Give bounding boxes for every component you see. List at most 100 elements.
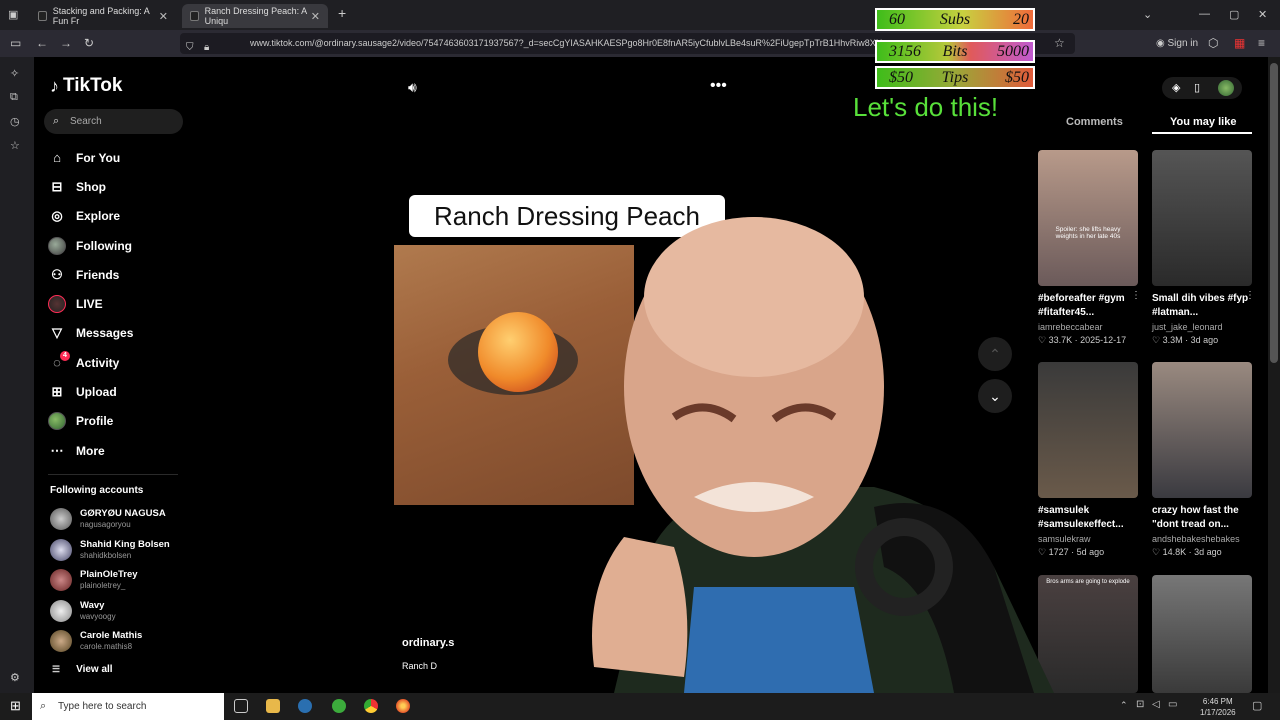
volume-icon[interactable]: ◁ [1152,699,1160,710]
account-handle: shahidkbolsen [80,551,132,560]
more-options-icon[interactable]: ••• [710,77,727,95]
sidebar-toggle-icon[interactable]: ▭ [10,36,21,50]
settings-icon[interactable]: ⚙ [10,671,20,684]
following-account[interactable]: PlainOleTrey plainoletrey_ [50,567,190,595]
chevron-down-icon[interactable]: ⌄ [1143,8,1152,21]
card-thumbnail[interactable] [1152,362,1252,498]
task-view-icon[interactable] [234,699,248,713]
nav-label: More [76,443,105,458]
steam-icon[interactable] [298,699,312,713]
file-explorer-icon[interactable] [266,699,280,713]
windows-start-icon[interactable]: ⊞ [10,698,21,714]
tab-ranch-dressing[interactable]: Ranch Dressing Peach: A Uniqu ✕ [182,4,328,28]
nav-label: LIVE [76,297,103,312]
chrome-icon[interactable] [364,699,378,713]
tab-list-icon[interactable]: ▣ [8,8,18,21]
search-icon: ⌕ [53,115,60,127]
nav-activity[interactable]: ◌ 4 Activity [48,348,188,377]
view-all-button[interactable]: ☰ View all [52,664,113,675]
bookmark-star-icon[interactable]: ☆ [1054,36,1065,50]
forward-icon[interactable]: → [60,36,72,50]
suggested-card[interactable] [1152,575,1262,693]
notifications-icon[interactable]: ▢ [1252,699,1262,712]
nav-shop[interactable]: ⊟ Shop [48,172,188,201]
nav-live[interactable]: LIVE [48,289,188,318]
following-account[interactable]: Shahid King Bolsen shahidkbolsen [50,537,190,565]
ai-sparkle-icon[interactable]: ✧ [10,67,19,80]
extension-badge-icon[interactable]: ▦ [1234,36,1245,50]
card-more-icon[interactable]: ⋮ [1131,290,1141,301]
search-input[interactable]: ⌕ Search [44,109,183,134]
tiktok-favicon-icon [190,11,199,21]
following-accounts-title: Following accounts [50,485,144,496]
avatar [50,600,72,622]
page-scrollbar[interactable] [1268,57,1280,693]
back-icon[interactable]: ← [36,36,48,50]
card-thumbnail[interactable] [1152,150,1252,286]
nav-following[interactable]: Following [48,231,188,260]
nav-label: Activity [76,355,120,370]
nav-explore[interactable]: ◎ Explore [48,202,188,231]
live-avatar [48,295,66,314]
close-tab-icon[interactable]: ✕ [311,10,320,23]
following-account[interactable]: Wavy wavyoogy [50,598,190,626]
sync-icon[interactable]: ⧉ [10,91,18,104]
send-icon: ▽ [52,325,62,341]
following-account[interactable]: GØRYØU NAGUSA nagusagoryou [50,506,190,534]
card-more-icon[interactable]: ⋮ [1245,290,1255,301]
network-icon[interactable]: ⊡ [1136,699,1144,710]
following-avatar [48,236,66,255]
scrollbar-thumb[interactable] [1270,63,1278,363]
avatar [50,539,72,561]
stream-message: Let's do this! [853,92,999,122]
minimize-icon[interactable]: — [1199,8,1210,20]
phone-icon[interactable]: ▯ [1194,81,1200,94]
right-tabs: Comments You may like [1034,112,1254,134]
tab-you-may-like[interactable]: You may like [1170,116,1236,128]
battery-icon[interactable]: ▭ [1168,699,1177,710]
account-handle: wavyoogy [80,612,116,621]
nav-profile[interactable]: Profile [48,407,188,436]
suggested-card[interactable]: Small dih vibes #fyp #latman... just_jak… [1152,150,1262,346]
menu-icon[interactable]: ≡ [1258,36,1265,50]
nav-upload[interactable]: ⊞ Upload [48,377,188,406]
tiktok-logo[interactable]: ♪ TikTok [50,75,122,97]
sign-in-button[interactable]: ◉ Sign in [1156,38,1198,49]
clock-date: 1/17/2026 [1200,708,1236,717]
extensions-icon[interactable]: ⬡ [1208,36,1218,50]
nav-more[interactable]: ⋯ More [48,436,188,465]
webcam-overlay [592,217,1054,693]
taskbar-clock[interactable]: 6:46 PM 1/17/2026 [1200,696,1236,718]
xbox-icon[interactable] [332,699,346,713]
account-handle: nagusagoryou [80,520,131,529]
nav-label: Profile [76,414,114,429]
account-name: Wavy [80,600,105,611]
nav-label: Shop [76,179,106,194]
account-name: Carole Mathis [80,630,143,641]
close-tab-icon[interactable]: ✕ [159,10,168,23]
lock-icon[interactable]: 🔒︎ [204,37,209,54]
tray-chevron-icon[interactable]: ⌃ [1120,700,1128,711]
new-tab-icon[interactable]: + [338,5,346,21]
bookmarks-icon[interactable]: ☆ [10,139,20,152]
nav-for-you[interactable]: ⌂ For You [48,143,188,172]
home-icon: ⌂ [53,150,61,166]
taskbar-search-input[interactable]: ⌕ Type here to search [32,693,224,720]
reload-icon[interactable]: ↻ [84,36,94,50]
firefox-icon[interactable] [396,699,410,713]
suggested-card[interactable]: crazy how fast the "dont tread on... and… [1152,362,1262,558]
card-title: crazy how fast the "dont tread on... [1152,505,1239,530]
history-icon[interactable]: ◷ [10,115,20,128]
close-window-icon[interactable]: ✕ [1258,8,1267,21]
user-avatar[interactable] [1218,80,1234,96]
following-account[interactable]: Carole Mathis carole.mathis8 [50,628,190,656]
tab-stacking[interactable]: Stacking and Packing: A Fun Fr ✕ [30,4,176,28]
shield-icon[interactable]: ⛉ [186,37,194,54]
nav-messages[interactable]: ▽ Messages [48,319,188,348]
card-thumbnail[interactable] [1152,575,1252,693]
compass-icon[interactable]: ◈ [1172,81,1180,94]
tab-comments[interactable]: Comments [1066,116,1123,128]
nav-friends[interactable]: ⚇ Friends [48,260,188,289]
maximize-icon[interactable]: ▢ [1229,8,1239,21]
volume-icon[interactable]: 🔊︎ [408,79,417,96]
